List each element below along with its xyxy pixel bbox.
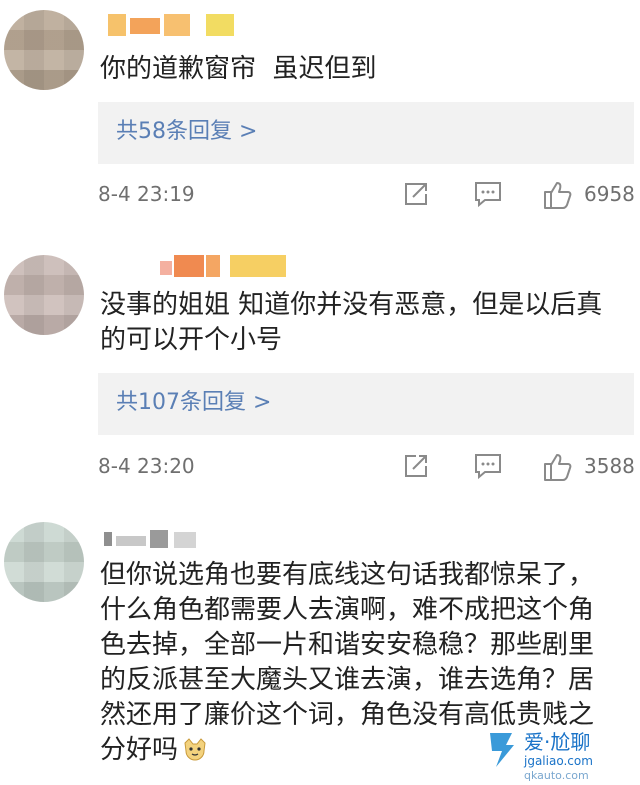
like-icon[interactable]: [542, 452, 574, 482]
timestamp: 8-4 23:20: [98, 454, 195, 478]
username-blurred[interactable]: [104, 528, 204, 550]
comment-icon[interactable]: [473, 180, 503, 208]
doge-emoji-icon: [182, 736, 208, 761]
comment-footer: 8-4 23:20 3588: [98, 449, 636, 483]
view-replies-link[interactable]: 共107条回复 >: [116, 388, 271, 418]
replies-box[interactable]: 共107条回复 >: [98, 373, 634, 435]
watermark-url: jgaliao.com: [523, 754, 593, 768]
avatar[interactable]: [4, 10, 84, 90]
comment-text: 没事的姐姐 知道你并没有恶意，但是以后真 的可以开个小号: [100, 290, 603, 355]
avatar[interactable]: [4, 522, 84, 602]
replies-box[interactable]: 共58条回复 >: [98, 102, 634, 164]
watermark-title: 爱·尬聊: [524, 730, 590, 754]
watermark-url-2: qkauto.com: [524, 769, 589, 781]
view-replies-link[interactable]: 共58条回复 >: [116, 117, 257, 147]
like-count: 3588: [584, 454, 635, 478]
comment-2: 没事的姐姐 知道你并没有恶意，但是以后真 的可以开个小号 共107条回复 > 8…: [0, 230, 640, 500]
comment-text: 你的道歉窗帘 虽迟但到: [100, 54, 377, 84]
comment-footer: 8-4 23:19 6958: [98, 177, 636, 211]
avatar[interactable]: [4, 255, 84, 335]
watermark: 爱·尬聊 jgaliao.com qkauto.com: [484, 719, 640, 782]
like-icon[interactable]: [542, 180, 574, 210]
comment-1: 你的道歉窗帘 虽迟但到 共58条回复 > 8-4 23:19 6958: [0, 0, 640, 230]
username-blurred[interactable]: [160, 255, 290, 277]
like-count: 6958: [584, 182, 635, 206]
comment-icon[interactable]: [473, 452, 503, 480]
share-icon[interactable]: [402, 180, 430, 208]
share-icon[interactable]: [402, 452, 430, 480]
timestamp: 8-4 23:19: [98, 182, 195, 206]
username-blurred[interactable]: [108, 14, 238, 36]
